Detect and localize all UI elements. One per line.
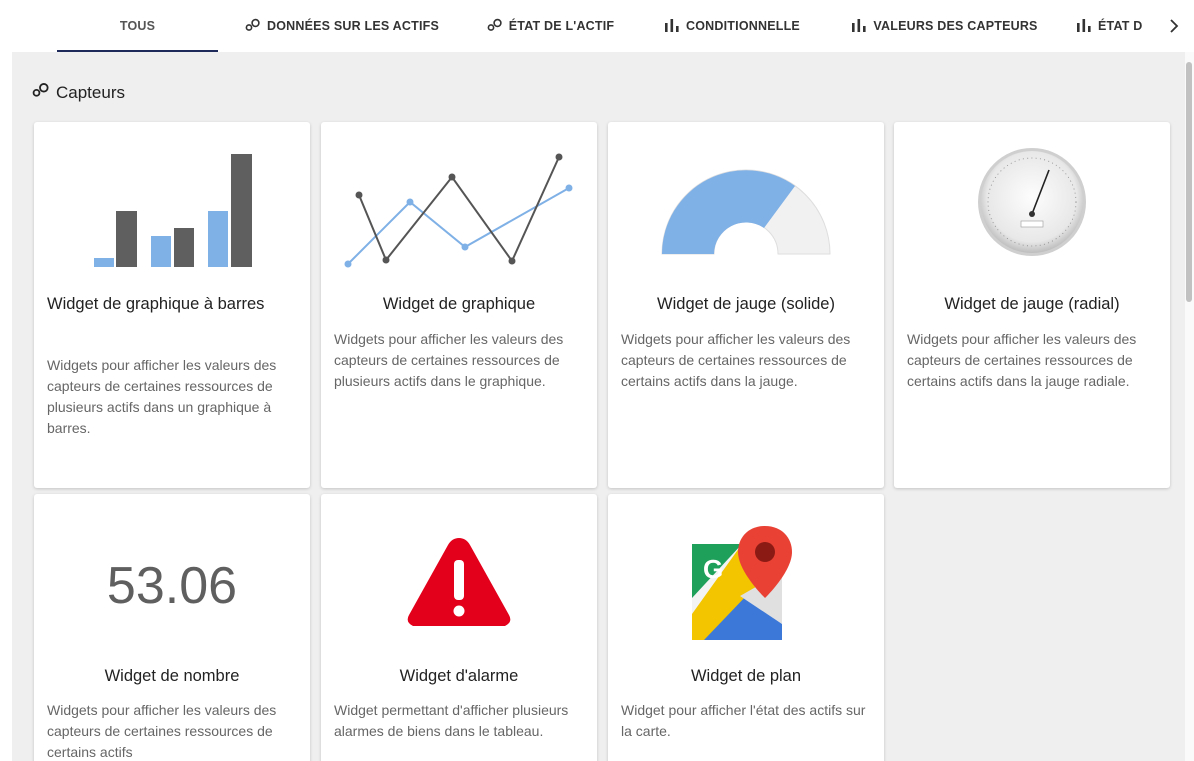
solid-gauge-preview-icon <box>661 169 831 255</box>
widget-card-bar-chart[interactable]: Widget de graphique à barres Widgets pou… <box>34 122 310 488</box>
widget-card-line-chart[interactable]: Widget de graphique Widgets pour affiche… <box>321 122 597 488</box>
bar-chart-icon <box>1076 18 1092 35</box>
bar-chart-icon <box>851 18 867 35</box>
card-title: Widget de graphique à barres <box>47 295 265 313</box>
circles-icon <box>32 82 50 103</box>
circles-icon <box>487 18 503 35</box>
widget-card-number[interactable]: 53.06 Widget de nombre Widgets pour affi… <box>34 494 310 761</box>
card-description: Widgets pour afficher les valeurs des ca… <box>621 331 851 389</box>
tab-label: DONNÉES SUR LES ACTIFS <box>266 19 439 33</box>
bar-chart-icon <box>664 18 680 35</box>
scrollbar-thumb[interactable] <box>1186 62 1192 302</box>
number-preview: 53.06 <box>106 557 238 615</box>
card-description: Widgets pour afficher les valeurs des ca… <box>47 702 277 760</box>
map-icon: G <box>692 526 792 640</box>
radial-gauge-preview-icon <box>978 148 1086 256</box>
card-title: Widget de jauge (solide) <box>657 295 835 313</box>
tab-label: CONDITIONNELLE <box>686 19 800 33</box>
tab-label: ÉTAT D <box>1098 19 1143 33</box>
card-description: Widget permettant d'afficher plusieurs a… <box>334 702 569 739</box>
card-title: Widget de jauge (radial) <box>944 295 1120 313</box>
svg-text:G: G <box>703 554 723 584</box>
card-title: Widget de graphique <box>382 295 536 313</box>
widget-card-map[interactable]: G Widget de plan Widget pour afficher l'… <box>608 494 884 761</box>
tab-label: VALEURS DES CAPTEURS <box>873 19 1038 33</box>
card-title: Widget d'alarme <box>399 667 519 685</box>
card-description: Widget pour afficher l'état des actifs s… <box>621 702 866 739</box>
tab-label: TOUS <box>119 19 156 33</box>
tab-asset-state[interactable]: ÉTAT DE L'ACTIF <box>478 0 623 52</box>
card-description: Widgets pour afficher les valeurs des ca… <box>334 331 564 389</box>
card-title: Widget de plan <box>690 667 802 685</box>
widget-card-solid-gauge[interactable]: Widget de jauge (solide) Widgets pour af… <box>608 122 884 488</box>
alarm-icon <box>407 538 511 626</box>
tab-state-truncated[interactable]: ÉTAT D <box>1076 0 1160 52</box>
tab-sensor-values[interactable]: VALEURS DES CAPTEURS <box>842 0 1047 52</box>
card-description: Widgets pour afficher les valeurs des ca… <box>47 357 277 436</box>
tab-bar: TOUS DONNÉES SUR LES ACTIFS ÉTAT DE L'AC… <box>0 0 1194 52</box>
tab-label: ÉTAT DE L'ACTIF <box>508 19 615 33</box>
line-chart-preview-icon <box>344 153 573 268</box>
card-description: Widgets pour afficher les valeurs des ca… <box>907 331 1137 389</box>
section-title-text: Capteurs <box>56 82 125 102</box>
tab-all[interactable]: TOUS <box>57 0 218 52</box>
tab-asset-data[interactable]: DONNÉES SUR LES ACTIFS <box>236 0 448 52</box>
widget-library-panel: Capteurs Widget de graphique à barres Wi… <box>12 52 1185 761</box>
section-title: Capteurs <box>32 82 125 103</box>
chevron-right-icon[interactable] <box>1164 14 1184 38</box>
circles-icon <box>245 18 261 35</box>
bar-chart-preview-icon <box>94 154 252 267</box>
tab-conditional[interactable]: CONDITIONNELLE <box>652 0 812 52</box>
widget-card-alarm[interactable]: Widget d'alarme Widget permettant d'affi… <box>321 494 597 761</box>
widget-card-radial-gauge[interactable]: Widget de jauge (radial) Widgets pour af… <box>894 122 1170 488</box>
card-title: Widget de nombre <box>104 667 240 685</box>
